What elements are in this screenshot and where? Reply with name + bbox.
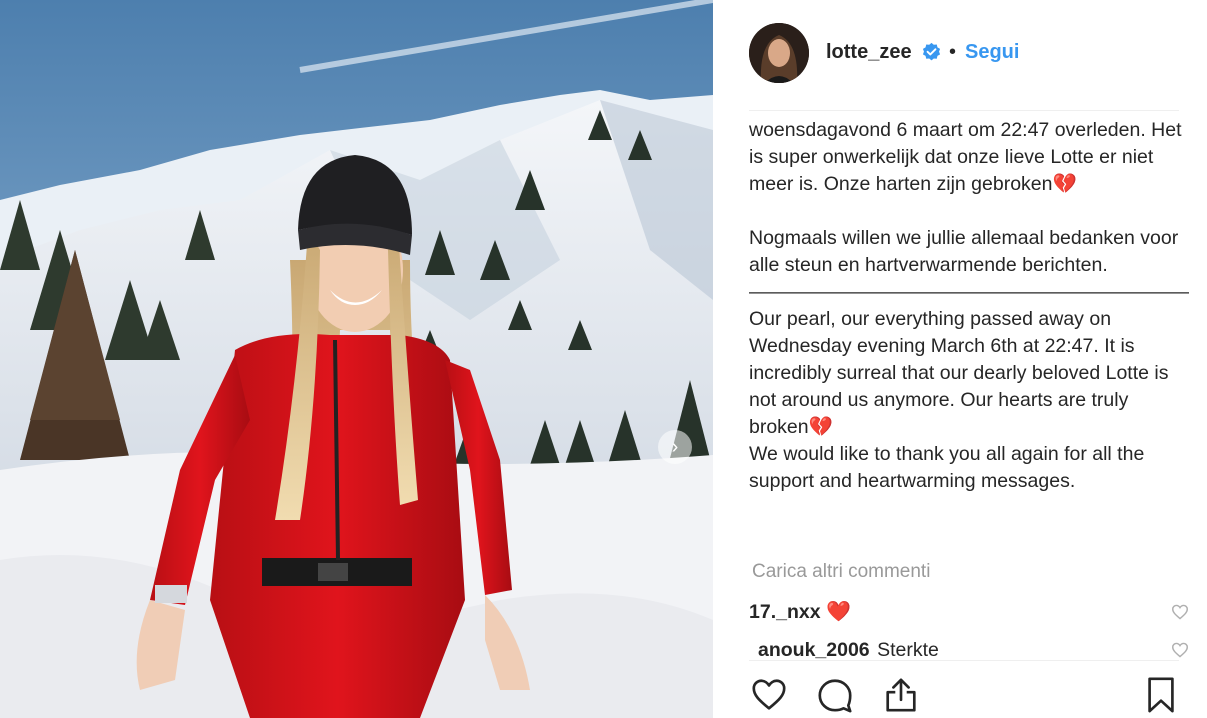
speech-bubble-icon[interactable] <box>816 676 854 714</box>
verified-badge-icon <box>922 42 941 61</box>
comment-like-icon[interactable] <box>1171 604 1189 620</box>
comment-username[interactable]: 17._nxx <box>749 601 821 623</box>
post-username[interactable]: lotte_zee <box>826 41 912 64</box>
header-divider <box>749 110 1179 111</box>
avatar[interactable] <box>749 23 809 83</box>
share-upload-icon[interactable] <box>882 676 920 714</box>
caption-scroll-area[interactable]: woensdagavond 6 maart om 22:47 overleden… <box>749 112 1189 552</box>
post-caption: woensdagavond 6 maart om 22:47 overleden… <box>749 119 1189 492</box>
comment-item: anouk_2006 Sterkte <box>758 636 1189 659</box>
comment-text: Sterkte <box>877 639 939 659</box>
comment-username[interactable]: anouk_2006 <box>758 639 870 659</box>
comments-list: 17._nxx ❤️ anouk_2006 Sterkte <box>713 596 1207 659</box>
follow-button[interactable]: Segui <box>965 41 1019 64</box>
actions-divider <box>749 660 1179 661</box>
post-header: lotte_zee • Segui <box>713 0 1207 108</box>
post-side-panel: lotte_zee • Segui woensdagavond 6 maart … <box>713 0 1207 718</box>
avatar-image <box>749 23 809 83</box>
comment-emoji: ❤️ <box>825 601 851 623</box>
bookmark-icon[interactable] <box>1142 676 1180 714</box>
post-photo[interactable]: › <box>0 0 713 718</box>
comment-like-icon[interactable] <box>1171 642 1189 658</box>
load-more-comments-link[interactable]: Carica altri commenti <box>752 561 930 583</box>
carousel-next-button[interactable]: › <box>658 430 692 464</box>
post-image <box>0 0 713 718</box>
comment-item: 17._nxx ❤️ <box>749 598 1189 626</box>
heart-outline-icon[interactable] <box>750 676 788 714</box>
chevron-right-icon: › <box>671 435 679 458</box>
header-separator: • <box>949 41 957 63</box>
